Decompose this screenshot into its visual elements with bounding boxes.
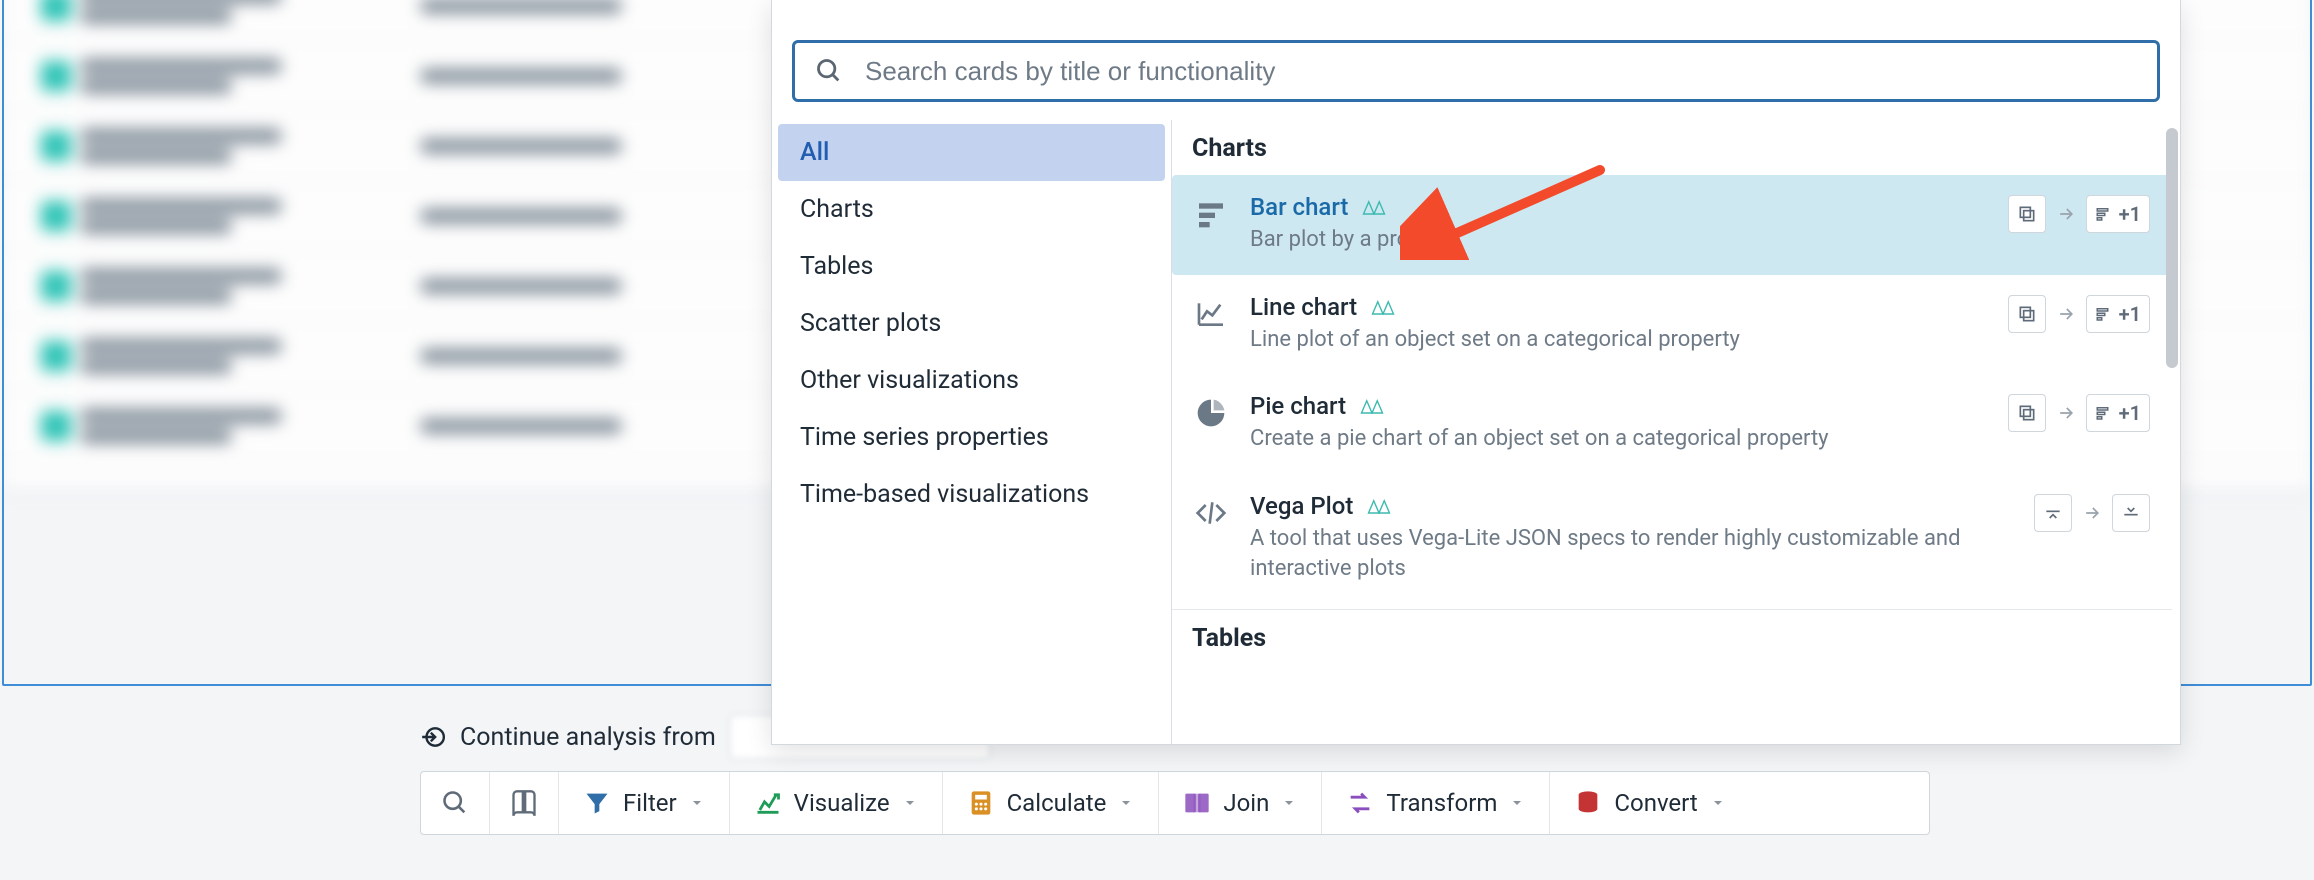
join-label: Join <box>1223 789 1269 817</box>
section-head-tables: Tables <box>1172 610 2172 665</box>
card-pie-chart[interactable]: Pie chart Create a pie chart of an objec… <box>1172 374 2172 474</box>
search-icon <box>815 57 843 85</box>
join-icon <box>1183 789 1211 817</box>
badge-count: +1 <box>2119 401 2141 425</box>
card-desc: Line plot of an object set on a categori… <box>1250 325 1986 355</box>
badge-count: +1 <box>2119 202 2141 226</box>
arrow-right-icon <box>2056 204 2076 224</box>
card-title: Pie chart <box>1250 392 1346 420</box>
category-scatter-plots[interactable]: Scatter plots <box>778 295 1165 352</box>
action-toolbar: Filter Visualize Calculate Join Transfor… <box>420 771 1930 835</box>
card-desc: A tool that uses Vega-Lite JSON specs to… <box>1250 524 2012 583</box>
card-bar-chart[interactable]: Bar chart Bar plot by a property +1 <box>1172 175 2172 275</box>
card-desc: Bar plot by a property <box>1250 225 1986 255</box>
card-desc: Create a pie chart of an object set on a… <box>1250 424 1986 454</box>
transform-label: Transform <box>1386 789 1497 817</box>
line-chart-icon <box>1194 297 1228 331</box>
chart-icon <box>754 789 782 817</box>
card-actions: +1 <box>2008 195 2150 233</box>
filter-button[interactable]: Filter <box>559 772 730 834</box>
category-tables[interactable]: Tables <box>778 238 1165 295</box>
search-icon <box>441 789 469 817</box>
arrow-right-icon <box>2056 304 2076 324</box>
decor-icon <box>1358 396 1386 416</box>
card-title: Vega Plot <box>1250 492 1353 520</box>
card-picker-popup: All Charts Tables Scatter plots Other vi… <box>771 0 2181 745</box>
card-title: Line chart <box>1250 293 1357 321</box>
chevron-down-icon <box>1509 795 1525 811</box>
duplicate-button[interactable] <box>2008 394 2046 432</box>
decor-icon <box>1360 197 1388 217</box>
convert-label: Convert <box>1614 789 1697 817</box>
calculate-label: Calculate <box>1007 789 1107 817</box>
chevron-down-icon <box>902 795 918 811</box>
visualize-button[interactable]: Visualize <box>730 772 943 834</box>
category-all[interactable]: All <box>778 124 1165 181</box>
category-charts[interactable]: Charts <box>778 181 1165 238</box>
add-output-button[interactable]: +1 <box>2086 394 2150 432</box>
category-other-visualizations[interactable]: Other visualizations <box>778 352 1165 409</box>
section-head-charts: Charts <box>1172 120 2172 175</box>
database-icon <box>1574 789 1602 817</box>
category-time-based-visualizations[interactable]: Time-based visualizations <box>778 466 1165 523</box>
expand-bottom-button[interactable] <box>2112 494 2150 532</box>
chevron-down-icon <box>1281 795 1297 811</box>
join-button[interactable]: Join <box>1159 772 1322 834</box>
continue-label: Continue analysis from <box>460 723 716 752</box>
chevron-down-icon <box>689 795 705 811</box>
transform-button[interactable]: Transform <box>1322 772 1550 834</box>
pie-chart-icon <box>1194 396 1228 430</box>
card-actions: +1 <box>2008 394 2150 432</box>
card-vega-plot[interactable]: Vega Plot A tool that uses Vega-Lite JSO… <box>1172 474 2172 603</box>
scrollbar[interactable] <box>2166 128 2178 368</box>
book-icon <box>510 789 538 817</box>
search-box[interactable] <box>792 40 2160 102</box>
calculator-icon <box>967 789 995 817</box>
card-line-chart[interactable]: Line chart Line plot of an object set on… <box>1172 275 2172 375</box>
transform-icon <box>1346 789 1374 817</box>
filter-label: Filter <box>623 789 677 817</box>
add-output-button[interactable]: +1 <box>2086 295 2150 333</box>
continue-icon <box>420 724 446 750</box>
visualize-label: Visualize <box>794 789 890 817</box>
cards-area: Charts Bar chart Bar plot by a property <box>1172 120 2180 744</box>
card-title: Bar chart <box>1250 193 1348 221</box>
chevron-down-icon <box>1710 795 1726 811</box>
decor-icon <box>1369 297 1397 317</box>
docs-button[interactable] <box>490 772 559 834</box>
search-input[interactable] <box>865 56 2137 87</box>
filter-icon <box>583 789 611 817</box>
category-sidebar: All Charts Tables Scatter plots Other vi… <box>772 120 1172 744</box>
chevron-down-icon <box>1118 795 1134 811</box>
duplicate-button[interactable] <box>2008 195 2046 233</box>
expand-top-button[interactable] <box>2034 494 2072 532</box>
arrow-right-icon <box>2082 503 2102 523</box>
duplicate-button[interactable] <box>2008 295 2046 333</box>
bar-chart-icon <box>1194 197 1228 231</box>
search-button[interactable] <box>421 772 490 834</box>
arrow-right-icon <box>2056 403 2076 423</box>
card-actions: +1 <box>2008 295 2150 333</box>
calculate-button[interactable]: Calculate <box>943 772 1160 834</box>
convert-button[interactable]: Convert <box>1550 772 1749 834</box>
decor-icon <box>1365 496 1393 516</box>
card-actions <box>2034 494 2150 532</box>
badge-count: +1 <box>2119 302 2141 326</box>
add-output-button[interactable]: +1 <box>2086 195 2150 233</box>
code-icon <box>1194 496 1228 530</box>
category-time-series-properties[interactable]: Time series properties <box>778 409 1165 466</box>
